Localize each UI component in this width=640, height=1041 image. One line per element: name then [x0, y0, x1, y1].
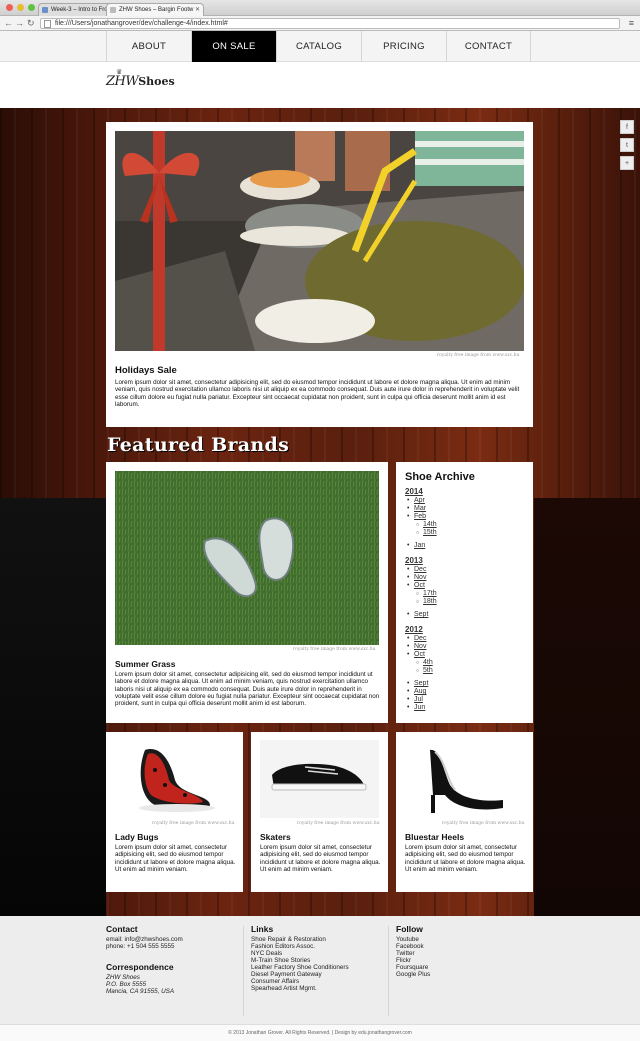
wood-background-shade [0, 498, 106, 916]
archive-month[interactable]: Jul [407, 696, 423, 703]
archive-year[interactable]: 2013 [405, 556, 423, 565]
crown-icon: ♛ [116, 68, 123, 76]
footer-links-title: Links [251, 924, 274, 934]
page-favicon-icon [42, 7, 48, 13]
address-bar-url: file:///Users/jonathangrover/dev/challen… [55, 20, 228, 27]
site-footer: Contact email: info@zhwshoes.com phone: … [0, 916, 640, 1024]
product-image [115, 740, 234, 818]
archive-day[interactable]: 14th [416, 521, 436, 528]
archive-year[interactable]: 2012 [405, 625, 423, 634]
archive-day[interactable]: 5th [416, 667, 433, 674]
footer-link[interactable]: Spearhead Artist Mgmt. [251, 985, 317, 992]
twitter-icon[interactable]: t [620, 138, 634, 152]
footer-follow-link[interactable]: Google Plus [396, 971, 430, 978]
wood-background-shade [534, 498, 640, 916]
browser-tab-active[interactable]: ZHW Shoes – Bargin Footw ✕ [106, 3, 204, 16]
product-text: Lorem ipsum dolor sit amet, consectetur … [260, 844, 381, 873]
hero-title: Holidays Sale [115, 365, 177, 376]
archive-month[interactable]: Dec [407, 566, 427, 573]
copyright-text: © 2013 Jonathan Grover. All Rights Reser… [0, 1024, 640, 1041]
archive-month[interactable]: Aug [407, 688, 427, 695]
page-favicon-icon [110, 7, 116, 13]
close-tab-icon[interactable]: ✕ [195, 4, 200, 16]
archive-day[interactable]: 18th [416, 598, 436, 605]
archive-month[interactable]: Feb [407, 513, 426, 520]
archive-day[interactable]: 4th [416, 659, 433, 666]
maximize-window-button[interactable] [28, 4, 35, 11]
forward-arrow-icon[interactable]: → [15, 18, 24, 28]
nav-pricing[interactable]: PRICING [361, 31, 446, 62]
image-credit: royalty free image from www.sxc.hu [297, 821, 380, 826]
window-controls[interactable] [6, 4, 35, 11]
browser-menu-icon[interactable]: ≡ [629, 18, 634, 28]
product-image [405, 740, 524, 818]
site-header: ♛ ZHWShoes [0, 62, 640, 108]
product-text: Lorem ipsum dolor sit amet, consectetur … [115, 844, 236, 873]
archive-month[interactable]: Sept [407, 680, 429, 687]
tab-label: ZHW Shoes – Bargin Footw [119, 7, 194, 13]
footer-divider [243, 926, 244, 1016]
google-plus-icon[interactable]: + [620, 156, 634, 170]
archive-day[interactable]: 17th [416, 590, 436, 597]
archive-title: Shoe Archive [405, 471, 475, 483]
browser-tab-bar: Week-3 – Intro to Fronten ✕ ZHW Shoes – … [0, 0, 640, 16]
close-window-button[interactable] [6, 4, 13, 11]
hero-text: Lorem ipsum dolor sit amet, consectetur … [115, 379, 520, 408]
footer-correspondence-title: Correspondence [106, 962, 174, 972]
archive-month[interactable]: Jun [407, 704, 425, 711]
site-navigation: ABOUT ON SALE CATALOG PRICING CONTACT [0, 31, 640, 62]
nav-on-sale[interactable]: ON SALE [191, 31, 276, 62]
archive-month[interactable]: Oct [407, 651, 425, 658]
page-icon [44, 20, 51, 28]
footer-phone: phone: +1 504 555 5555 [106, 943, 175, 950]
archive-month[interactable]: Nov [407, 574, 427, 581]
footer-address-line: Mancia, CA 91555, USA [106, 988, 175, 995]
nav-about[interactable]: ABOUT [106, 31, 191, 62]
nav-contact[interactable]: CONTACT [446, 31, 531, 62]
featured-heading: Featured Brands [107, 434, 290, 456]
archive-month[interactable]: Sept [407, 611, 429, 618]
address-bar[interactable]: file:///Users/jonathangrover/dev/challen… [40, 18, 620, 29]
image-credit: royalty free image from www.sxc.hu [152, 821, 235, 826]
back-arrow-icon[interactable]: ← [4, 18, 13, 28]
minimize-window-button[interactable] [17, 4, 24, 11]
footer-contact-title: Contact [106, 924, 138, 934]
archive-month[interactable]: Oct [407, 582, 425, 589]
social-share-bar: f t + [620, 120, 634, 170]
archive-month[interactable]: Mar [407, 505, 426, 512]
product-title: Skaters [260, 832, 291, 842]
image-credit: royalty free image from www.sxc.hu [437, 353, 520, 358]
product-text: Lorem ipsum dolor sit amet, consectetur … [405, 844, 526, 873]
footer-follow-title: Follow [396, 924, 423, 934]
image-credit: royalty free image from www.sxc.hu [442, 821, 525, 826]
facebook-icon[interactable]: f [620, 120, 634, 134]
product-title: Lady Bugs [115, 832, 159, 842]
reload-icon[interactable]: ↻ [27, 18, 35, 28]
archive-month[interactable]: Nov [407, 643, 427, 650]
feature-image [115, 471, 379, 645]
feature-title: Summer Grass [115, 659, 176, 669]
archive-month[interactable]: Jan [407, 542, 425, 549]
nav-catalog[interactable]: CATALOG [276, 31, 361, 62]
archive-day[interactable]: 15th [416, 529, 436, 536]
archive-month[interactable]: Dec [407, 635, 427, 642]
archive-month[interactable]: Apr [407, 497, 425, 504]
archive-year[interactable]: 2014 [405, 487, 423, 496]
browser-toolbar: ← → ↻ file:///Users/jonathangrover/dev/c… [0, 16, 640, 31]
hero-image [115, 131, 524, 351]
site-logo[interactable]: ♛ ZHWShoes [106, 68, 175, 89]
product-title: Bluestar Heels [405, 832, 465, 842]
footer-divider [388, 926, 389, 1016]
image-credit: royalty free image from www.sxc.hu [293, 647, 376, 652]
feature-text: Lorem ipsum dolor sit amet, consectetur … [115, 671, 380, 708]
product-image [260, 740, 379, 818]
